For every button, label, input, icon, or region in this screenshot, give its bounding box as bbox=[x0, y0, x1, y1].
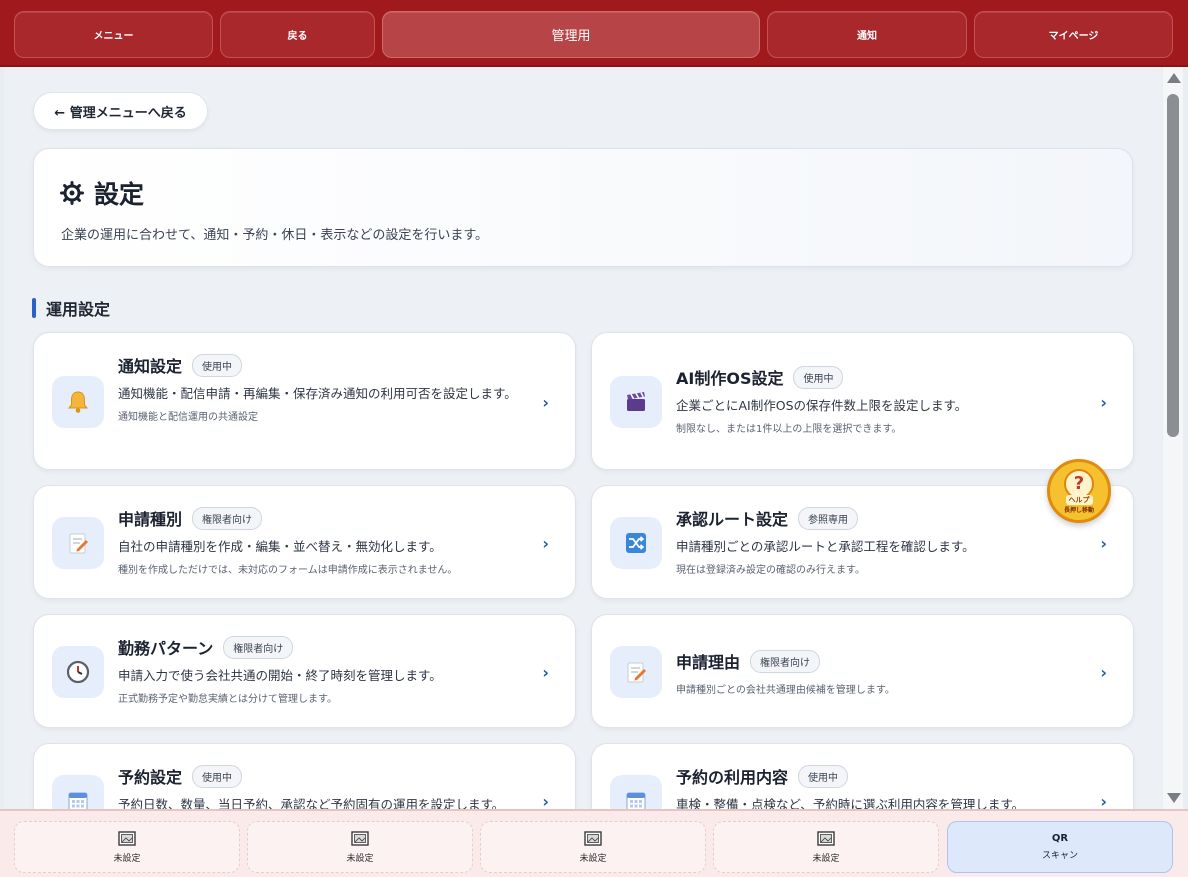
scroll-down-arrow-icon[interactable] bbox=[1167, 793, 1181, 803]
page-description: 企業の運用に合わせて、通知・予約・休日・表示などの設定を行います。 bbox=[61, 228, 489, 243]
card-reservation-usage[interactable]: 予約の利用内容 使用中 車検・整備・点検など、予約時に選ぶ利用内容を管理します。… bbox=[591, 743, 1134, 809]
status-badge: 権限者向け bbox=[750, 649, 821, 673]
chevron-right-icon: › bbox=[542, 663, 549, 682]
card-notification-settings[interactable]: 通知設定 使用中 通知機能・配信申請・再編集・保存済み通知の利用可否を設定します… bbox=[33, 332, 576, 470]
help-sub-label: 長押し移動 bbox=[1063, 506, 1094, 514]
card-title: AI制作OS設定 bbox=[676, 369, 784, 388]
card-reservation-settings[interactable]: 予約設定 使用中 予約日数、数量、当日予約、承認など予約固有の運用を設定します。… bbox=[33, 743, 576, 809]
menu-button[interactable]: メニュー bbox=[14, 11, 213, 58]
page-header: 設定 企業の運用に合わせて、通知・予約・休日・表示などの設定を行います。 bbox=[33, 148, 1133, 267]
status-badge: 参照専用 bbox=[798, 506, 859, 530]
card-work-patterns[interactable]: 勤務パターン 権限者向け 申請入力で使う会社共通の開始・終了時刻を管理します。 … bbox=[33, 614, 576, 728]
card-description: 車検・整備・点検など、予約時に選ぶ利用内容を管理します。 bbox=[676, 797, 1025, 809]
picture-frame-icon bbox=[351, 830, 369, 846]
memo-icon bbox=[52, 517, 104, 569]
card-note: 正式勤務予定や勤怠実績とは分けて管理します。 bbox=[118, 694, 337, 705]
card-note: 申請種別ごとの会社共通理由候補を管理します。 bbox=[676, 685, 895, 696]
shortcut-slot-label: 未設定 bbox=[812, 853, 840, 864]
shortcut-slot-4[interactable]: 未設定 bbox=[713, 821, 939, 873]
main-content: ← 管理メニューへ戻る 設定 企業の運用に合わせて、通知・予約・休日・表示などの… bbox=[4, 67, 1162, 809]
qr-scan-label: スキャン bbox=[1041, 851, 1078, 861]
card-title: 承認ルート設定 bbox=[676, 510, 789, 529]
back-to-admin-menu-link[interactable]: ← 管理メニューへ戻る bbox=[33, 92, 208, 130]
card-title: 予約の利用内容 bbox=[676, 768, 789, 787]
back-button[interactable]: 戻る bbox=[220, 11, 375, 58]
qr-label: QR bbox=[1051, 833, 1069, 844]
status-badge: 使用中 bbox=[192, 353, 243, 377]
status-badge: 使用中 bbox=[192, 764, 243, 788]
notify-button[interactable]: 通知 bbox=[767, 11, 967, 58]
help-label: ヘルプ bbox=[1065, 494, 1093, 505]
memo-icon bbox=[610, 646, 662, 698]
qr-scan-button[interactable]: QR スキャン bbox=[947, 821, 1173, 873]
status-badge: 権限者向け bbox=[223, 635, 294, 659]
picture-frame-icon bbox=[118, 830, 136, 846]
section-title: 運用設定 bbox=[32, 296, 110, 320]
section-accent-bar bbox=[32, 298, 36, 318]
shortcut-slot-label: 未設定 bbox=[346, 853, 374, 864]
top-nav: メニュー 戻る 管理用 通知 マイページ bbox=[0, 0, 1188, 67]
chevron-right-icon: › bbox=[542, 792, 549, 809]
bottom-shortcut-bar: 未設定 未設定 未設定 未設定 QR スキャン bbox=[0, 809, 1188, 877]
card-description: 予約日数、数量、当日予約、承認など予約固有の運用を設定します。 bbox=[118, 797, 505, 809]
chevron-right-icon: › bbox=[542, 534, 549, 553]
chevron-right-icon: › bbox=[1100, 792, 1107, 809]
card-title: 申請種別 bbox=[118, 510, 183, 529]
calendar-icon bbox=[610, 775, 662, 809]
mypage-button[interactable]: マイページ bbox=[974, 11, 1173, 58]
shortcut-slot-3[interactable]: 未設定 bbox=[480, 821, 706, 873]
card-note: 制限なし、または1件以上の上限を選択できます。 bbox=[676, 424, 902, 435]
card-note: 種別を作成しただけでは、未対応のフォームは申請作成に表示されません。 bbox=[118, 565, 458, 576]
status-badge: 使用中 bbox=[793, 365, 844, 389]
card-description: 自社の申請種別を作成・編集・並べ替え・無効化します。 bbox=[118, 539, 442, 554]
shuffle-icon bbox=[610, 517, 662, 569]
page-title-row: 設定 bbox=[60, 175, 144, 211]
card-description: 申請入力で使う会社共通の開始・終了時刻を管理します。 bbox=[118, 668, 442, 683]
picture-frame-icon bbox=[584, 830, 602, 846]
vertical-scrollbar[interactable] bbox=[1163, 67, 1183, 809]
page-title: 設定 bbox=[94, 180, 145, 209]
card-title: 勤務パターン bbox=[118, 639, 214, 658]
card-application-reasons[interactable]: 申請理由 権限者向け 申請種別ごとの会社共通理由候補を管理します。 › bbox=[591, 614, 1134, 728]
status-badge: 権限者向け bbox=[192, 506, 263, 530]
scrollbar-thumb[interactable] bbox=[1167, 94, 1179, 437]
section-title-text: 運用設定 bbox=[46, 300, 111, 319]
gear-icon bbox=[60, 181, 84, 205]
clapperboard-icon bbox=[610, 376, 662, 428]
help-button[interactable]: ? ヘルプ 長押し移動 bbox=[1047, 459, 1111, 523]
clock-icon bbox=[52, 646, 104, 698]
picture-frame-icon bbox=[817, 830, 835, 846]
scroll-up-arrow-icon[interactable] bbox=[1167, 73, 1181, 83]
card-description: 企業ごとにAI制作OSの保存件数上限を設定します。 bbox=[676, 398, 968, 413]
card-note: 通知機能と配信運用の共通設定 bbox=[118, 412, 258, 423]
card-application-types[interactable]: 申請種別 権限者向け 自社の申請種別を作成・編集・並べ替え・無効化します。 種別… bbox=[33, 485, 576, 599]
card-description: 通知機能・配信申請・再編集・保存済み通知の利用可否を設定します。 bbox=[118, 386, 517, 401]
chevron-right-icon: › bbox=[1100, 534, 1107, 553]
card-title: 予約設定 bbox=[118, 768, 183, 787]
admin-button[interactable]: 管理用 bbox=[382, 11, 760, 58]
card-description: 申請種別ごとの承認ルートと承認工程を確認します。 bbox=[676, 539, 975, 554]
chevron-right-icon: › bbox=[1100, 663, 1107, 682]
card-ai-os-settings[interactable]: AI制作OS設定 使用中 企業ごとにAI制作OSの保存件数上限を設定します。 制… bbox=[591, 332, 1134, 470]
calendar-icon bbox=[52, 775, 104, 809]
card-note: 現在は登録済み設定の確認のみ行えます。 bbox=[676, 565, 865, 576]
bell-icon bbox=[52, 376, 104, 428]
card-title: 申請理由 bbox=[676, 653, 741, 672]
chevron-right-icon: › bbox=[1100, 393, 1107, 412]
card-title: 通知設定 bbox=[118, 357, 183, 376]
status-badge: 使用中 bbox=[798, 764, 849, 788]
shortcut-slot-1[interactable]: 未設定 bbox=[14, 821, 240, 873]
shortcut-slot-label: 未設定 bbox=[113, 853, 141, 864]
chevron-right-icon: › bbox=[542, 393, 549, 412]
shortcut-slot-label: 未設定 bbox=[579, 853, 607, 864]
shortcut-slot-2[interactable]: 未設定 bbox=[247, 821, 473, 873]
